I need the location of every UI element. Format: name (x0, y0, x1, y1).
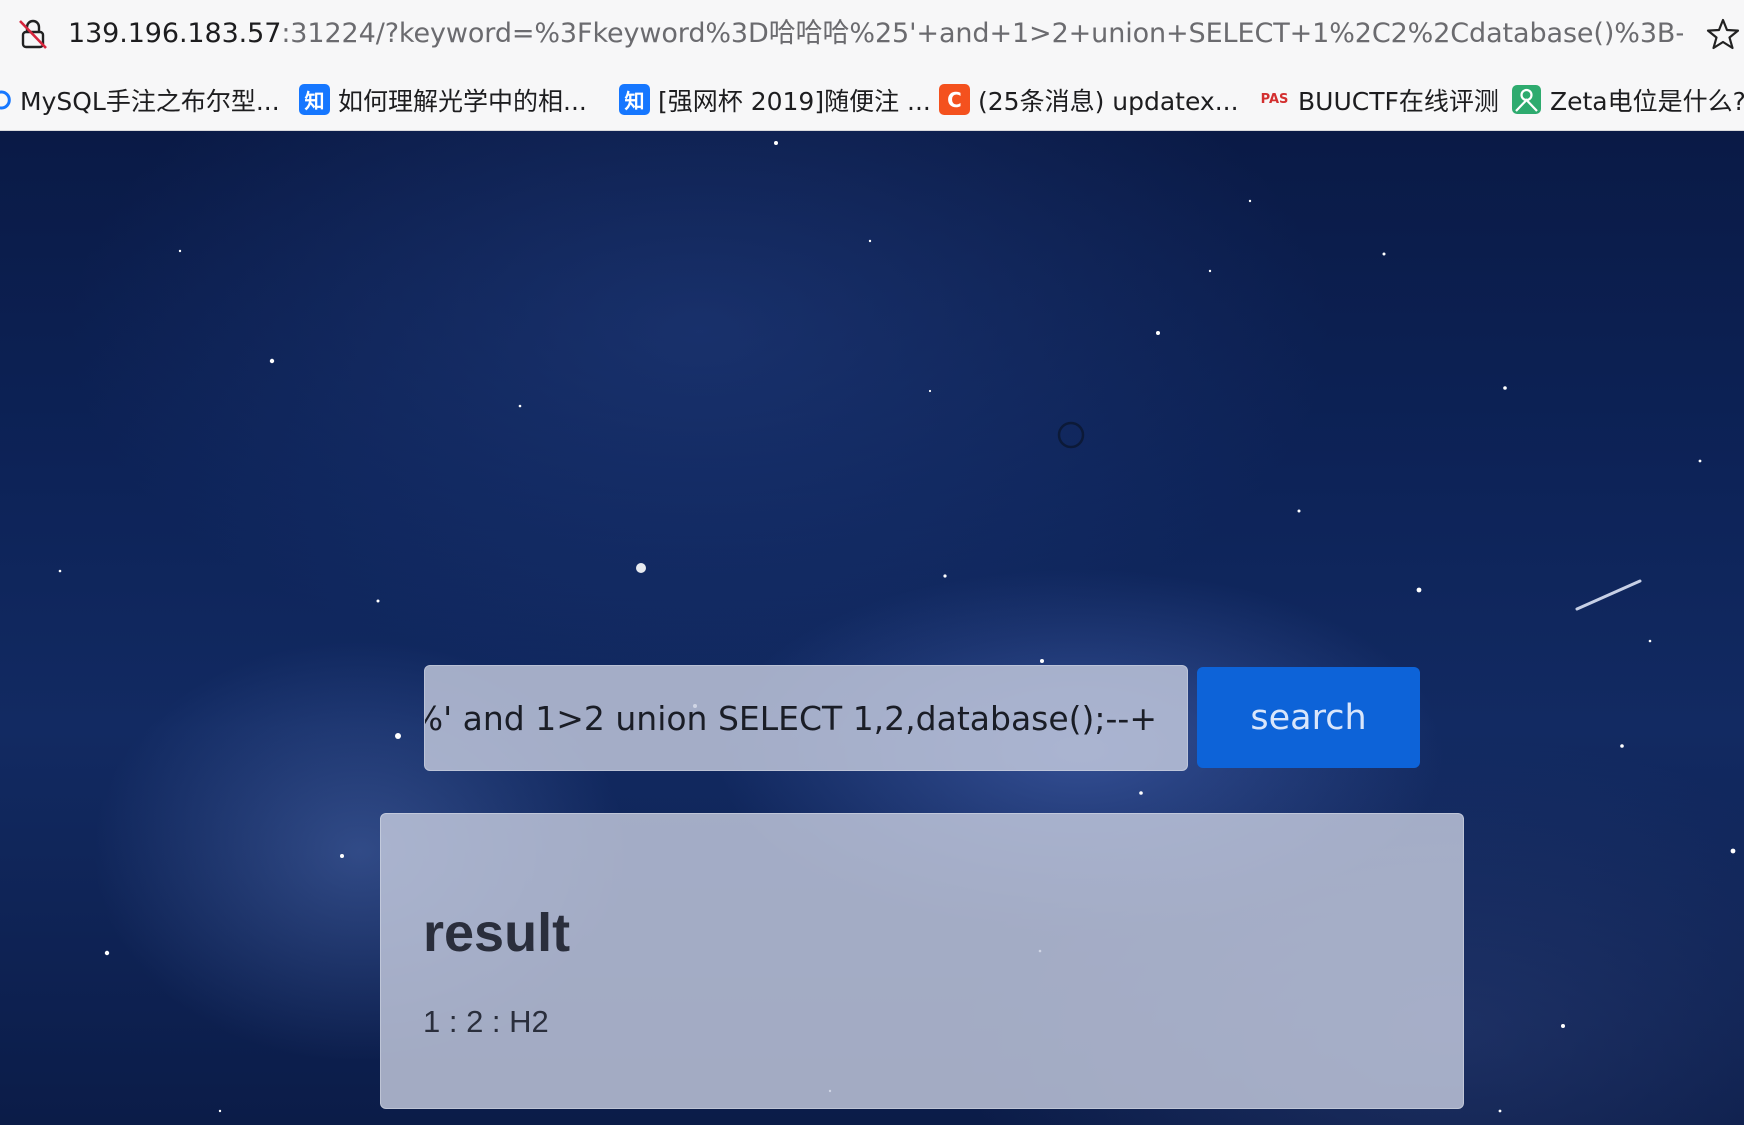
bookmark-label: (25条消息) updatex... (978, 86, 1239, 116)
bookmark-optics[interactable]: 知 如何理解光学中的相... (299, 68, 587, 131)
bookmark-label: Zeta电位是什么? (1550, 86, 1744, 116)
bookmark-updatexml[interactable]: C (25条消息) updatex... (939, 68, 1239, 131)
url-path: :31224/?keyword=%3Fkeyword%3D哈哈哈%25'+and… (281, 18, 1683, 49)
result-title: result (423, 903, 571, 963)
bookmark-label: MySQL手注之布尔型... (20, 86, 280, 116)
partial-icon (0, 84, 12, 115)
csdn-icon: C (939, 84, 970, 115)
result-panel: result 1 : 2 : H2 (380, 813, 1464, 1109)
bookmark-label: BUUCTF在线评测 (1298, 86, 1499, 116)
bookmark-mysql[interactable]: MySQL手注之布尔型... (0, 68, 280, 131)
bookmarks-bar: MySQL手注之布尔型... 知 如何理解光学中的相... 知 [强网杯 201… (0, 68, 1744, 131)
bookmark-buuctf[interactable]: PAS BUUCTF在线评测 (1259, 68, 1499, 131)
search-button[interactable]: search (1197, 667, 1420, 768)
buuctf-icon: PAS (1260, 92, 1289, 107)
bookmark-label: 如何理解光学中的相... (338, 86, 587, 116)
bookmark-star-icon[interactable] (1705, 16, 1741, 52)
zeta-icon (1511, 84, 1542, 115)
url-host: 139.196.183.57 (68, 18, 282, 49)
page-content: %' and 1>2 union SELECT 1,2,database();-… (0, 131, 1744, 1125)
url-bar[interactable]: 139.196.183.57:31224/?keyword=%3Fkeyword… (0, 0, 1744, 68)
url-text[interactable]: 139.196.183.57:31224/?keyword=%3Fkeyword… (68, 14, 1683, 54)
bookmark-label: [强网杯 2019]随便注 ... (658, 86, 931, 116)
insecure-lock-icon[interactable] (16, 17, 50, 51)
zhihu-icon: 知 (619, 84, 650, 115)
bookmark-qwb[interactable]: 知 [强网杯 2019]随便注 ... (619, 68, 931, 131)
result-value: 1 : 2 : H2 (423, 1004, 549, 1039)
search-input-text: %' and 1>2 union SELECT 1,2,database();-… (424, 699, 1157, 738)
search-input[interactable]: %' and 1>2 union SELECT 1,2,database();-… (424, 665, 1188, 771)
zhihu-icon: 知 (299, 84, 330, 115)
bookmark-zeta[interactable]: Zeta电位是什么? (1511, 68, 1744, 131)
